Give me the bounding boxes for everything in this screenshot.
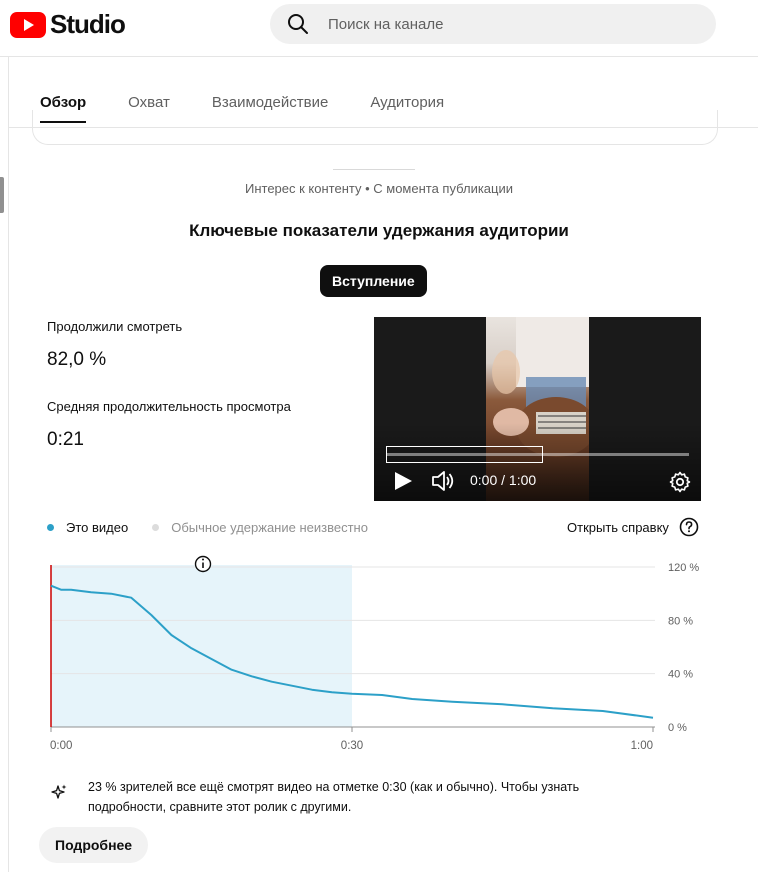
y-tick-label: 120 %	[668, 562, 699, 574]
search-bar[interactable]	[270, 4, 716, 44]
highlight-band	[51, 565, 352, 727]
y-tick-label: 80 %	[668, 615, 693, 627]
x-tick-label: 0:00	[50, 740, 72, 752]
top-header: Studio	[0, 0, 758, 57]
this-video-legend-dot	[47, 524, 54, 531]
search-input[interactable]	[326, 14, 690, 34]
y-tick-label: 40 %	[668, 669, 693, 681]
legend-typical: Обычное удержание неизвестно	[171, 520, 368, 535]
studio-logo[interactable]: Studio	[10, 9, 126, 40]
continued-watching-value: 82,0 %	[47, 349, 107, 370]
y-tick-label: 0 %	[668, 722, 687, 734]
x-tick-label: 0:30	[341, 740, 363, 752]
volume-icon[interactable]	[430, 468, 456, 494]
search-icon[interactable]	[286, 12, 310, 36]
info-icon-dot	[202, 558, 204, 561]
open-help-link[interactable]: Открыть справку	[567, 517, 699, 537]
play-icon[interactable]	[392, 470, 414, 492]
video-time: 0:00 / 1:00	[470, 472, 537, 488]
avg-duration-label: Средняя продолжительность просмотра	[47, 399, 291, 414]
avg-duration-value: 0:21	[47, 429, 84, 450]
intro-chip[interactable]: Вступление	[320, 265, 427, 297]
typical-legend-dot	[152, 524, 160, 531]
section-subtitle: Интерес к контенту • С момента публикаци…	[245, 181, 513, 196]
retention-chart[interactable]: 120 % 80 % 40 % 0 % 0:00 0:30 1:00	[0, 550, 758, 760]
chart-legend: Это видео Обычное удержание неизвестно	[47, 520, 368, 535]
help-label: Открыть справку	[567, 519, 669, 535]
logo-text: Studio	[50, 9, 126, 39]
section-title: Ключевые показатели удержания аудитории	[189, 221, 569, 240]
x-tick-label: 1:00	[631, 740, 653, 752]
section-divider	[333, 169, 415, 170]
legend-this-video: Это видео	[66, 520, 129, 535]
video-player[interactable]: 0:00 / 1:00	[374, 317, 701, 501]
help-question-icon[interactable]	[679, 517, 699, 537]
settings-gear-icon[interactable]	[668, 470, 692, 494]
insight-text: 23 % зрителей все ещё смотрят видео на о…	[88, 780, 580, 814]
youtube-logo-icon	[10, 11, 46, 38]
previous-card-bottom	[32, 110, 718, 145]
intro-segment-box	[386, 446, 543, 463]
more-details-button[interactable]: Подробнее	[39, 827, 149, 863]
continued-watching-label: Продолжили смотреть	[47, 319, 183, 334]
sparkle-insight-icon	[51, 784, 67, 799]
